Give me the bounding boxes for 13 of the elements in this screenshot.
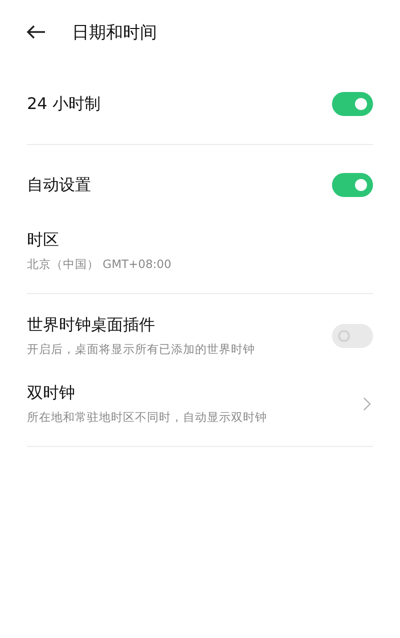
setting-title: 24 小时制 xyxy=(27,94,100,114)
setting-title: 世界时钟桌面插件 xyxy=(27,315,156,336)
setting-title: 自动设置 xyxy=(27,174,91,196)
setting-title: 双时钟 xyxy=(27,383,76,404)
setting-title: 时区 xyxy=(27,230,60,251)
toggle-switch[interactable] xyxy=(332,173,373,197)
page-title: 日期和时间 xyxy=(72,22,157,44)
toggle-switch[interactable] xyxy=(332,92,373,116)
chevron-right-icon[interactable] xyxy=(363,397,371,411)
setting-description: 开启后，桌面将显示所有已添加的世界时钟 xyxy=(27,342,255,357)
setting-description: 北京（中国） GMT+08:00 xyxy=(27,257,172,272)
back-arrow-icon[interactable] xyxy=(26,25,46,39)
setting-description: 所在地和常驻地时区不同时，自动显示双时钟 xyxy=(27,410,267,425)
